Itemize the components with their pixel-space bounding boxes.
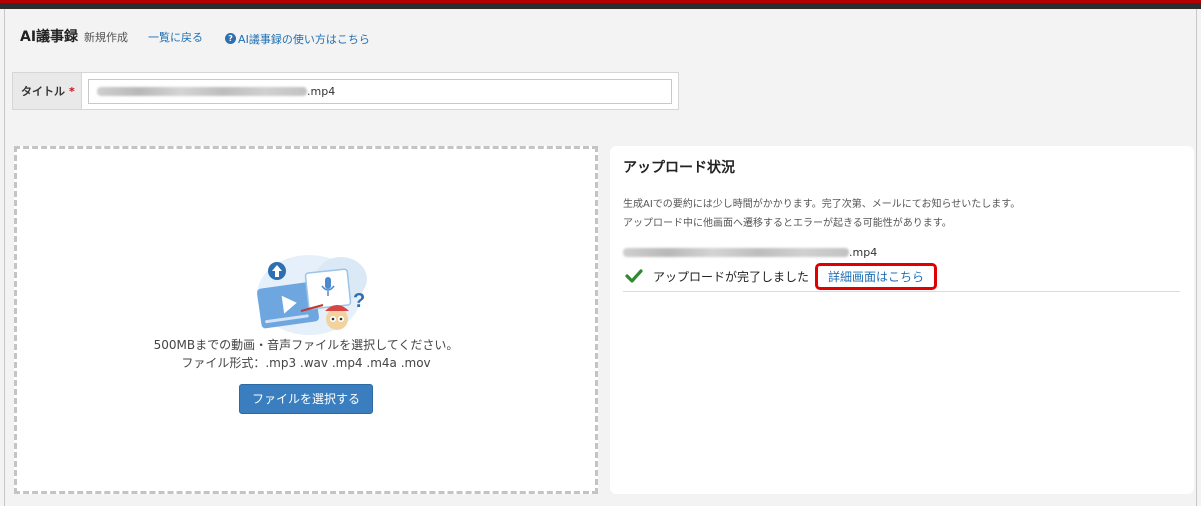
- select-file-button[interactable]: ファイルを選択する: [239, 384, 373, 414]
- file-name-suffix: .mp4: [849, 245, 878, 259]
- file-drop-zone[interactable]: ? 500MBまでの動画・音声ファイルを選択してください。 ファイル形式：.mp…: [14, 146, 598, 494]
- question-circle-icon: ?: [225, 33, 237, 44]
- frame-left-border: [4, 9, 5, 506]
- page-header: AI議事録 新規作成 一覧に戻る ? AI議事録の使い方はこちら: [20, 26, 370, 46]
- title-label-cell: タイトル *: [12, 72, 82, 110]
- back-to-list-link[interactable]: 一覧に戻る: [148, 29, 203, 45]
- svg-text:?: ?: [353, 290, 365, 312]
- status-note-navigation-warning: アップロード中に他画面へ遷移するとエラーが起きる可能性があります。: [623, 218, 952, 229]
- detail-link-highlight: 詳細画面はこちら: [815, 262, 938, 290]
- dropzone-instruction: 500MBまでの動画・音声ファイルを選択してください。: [153, 338, 459, 352]
- check-icon: [625, 269, 643, 283]
- status-title: アップロード状況: [623, 160, 735, 176]
- help-link-group[interactable]: ? AI議事録の使い方はこちら: [225, 31, 370, 47]
- frame-right-border: [1196, 9, 1197, 506]
- top-dark-bar: [0, 3, 1201, 9]
- title-label: タイトル: [21, 85, 65, 98]
- redacted-title-text: [97, 87, 307, 96]
- video-audio-upload-illustration: ?: [257, 255, 367, 335]
- help-link[interactable]: AI議事録の使い方はこちら: [238, 31, 370, 47]
- title-form-row: タイトル * .mp4: [12, 72, 679, 110]
- mode-label: 新規作成: [84, 31, 129, 44]
- redacted-file-name: [623, 247, 849, 257]
- upload-complete-message: アップロードが完了しました: [653, 269, 810, 284]
- dropzone-formats: ファイル形式：.mp3 .wav .mp4 .m4a .mov: [181, 356, 431, 370]
- upload-complete-row: アップロードが完了しました 詳細画面はこちら: [625, 262, 938, 290]
- status-note-summary-time: 生成AIでの要約には少し時間がかかります。完了次第、メールにてお知らせいたします…: [623, 199, 1021, 210]
- status-divider: [623, 291, 1180, 292]
- upload-status-panel: アップロード状況 生成AIでの要約には少し時間がかかります。完了次第、メールにて…: [610, 146, 1194, 494]
- required-mark: *: [69, 85, 75, 98]
- uploaded-file-name: .mp4: [623, 245, 877, 259]
- title-input-cell: .mp4: [82, 72, 679, 110]
- title-input[interactable]: .mp4: [88, 79, 672, 104]
- app-title: AI議事録: [20, 29, 79, 45]
- detail-screen-link[interactable]: 詳細画面はこちら: [828, 268, 924, 285]
- title-value-suffix: .mp4: [307, 85, 336, 98]
